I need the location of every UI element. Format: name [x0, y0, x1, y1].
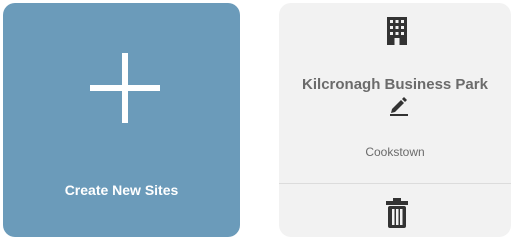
create-new-site-card[interactable]: Create New Sites — [3, 3, 240, 237]
site-card: Kilcronagh Business Park Cookstown — [279, 3, 511, 237]
site-name: Kilcronagh Business Park — [302, 76, 488, 93]
plus-icon — [90, 53, 160, 123]
site-town: Cookstown — [365, 145, 425, 159]
building-icon — [387, 17, 407, 45]
pencil-icon[interactable] — [388, 96, 410, 116]
card-divider — [279, 183, 511, 184]
trash-icon[interactable] — [384, 198, 410, 228]
create-new-site-label: Create New Sites — [64, 182, 179, 198]
